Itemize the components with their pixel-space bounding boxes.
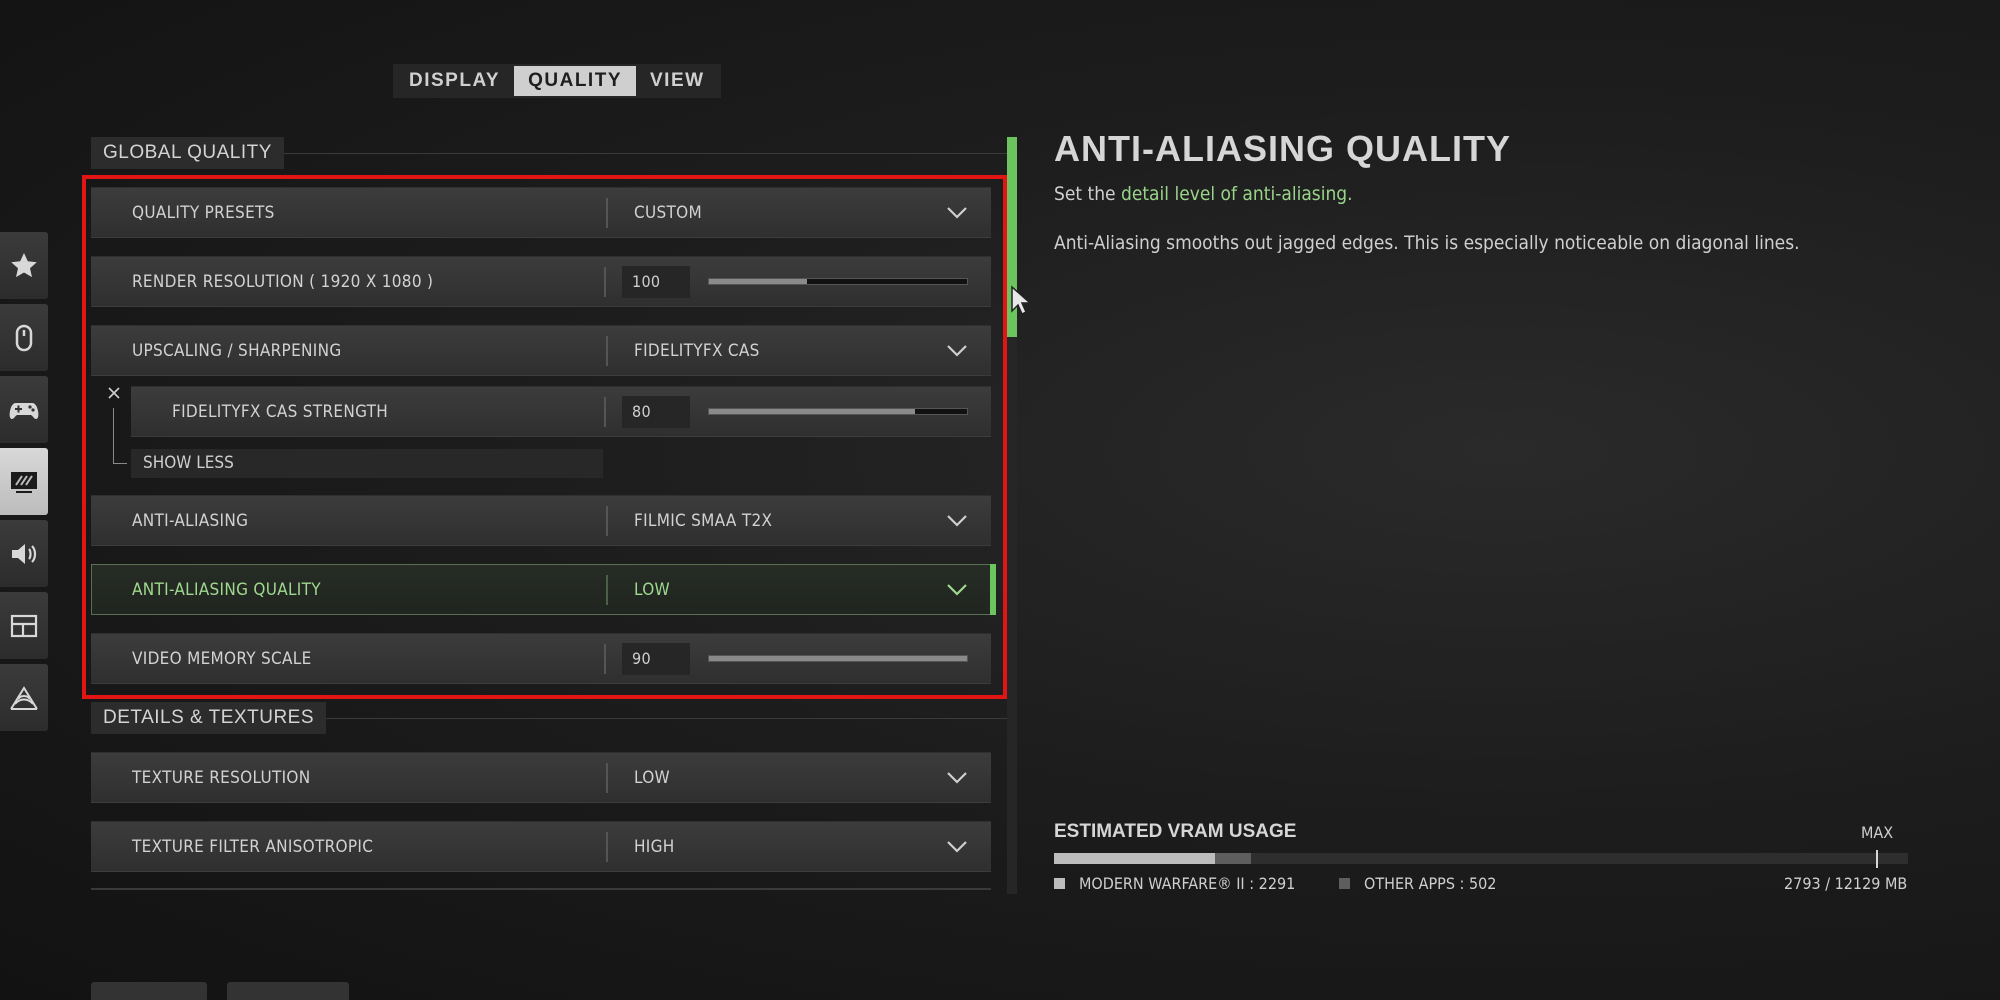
graphics-icon — [11, 471, 37, 493]
tab-quality[interactable]: QUALITY — [514, 66, 636, 96]
mouse-icon — [15, 324, 33, 351]
vram-total-label: 2793 / 12129 MB — [1784, 874, 1908, 893]
detail-description: Anti-Aliasing smooths out jagged edges. … — [1054, 232, 1800, 254]
network-icon — [10, 685, 38, 710]
texture-filter-dropdown[interactable]: HIGH — [608, 837, 990, 857]
bottom-action-button[interactable] — [227, 982, 349, 1000]
nav-audio-button[interactable] — [0, 520, 48, 587]
gamepad-icon — [9, 402, 39, 419]
setting-texture-filter-anisotropic[interactable]: TEXTURE FILTER ANISOTROPIC HIGH — [91, 821, 991, 872]
interface-icon — [10, 614, 38, 637]
section-divider — [326, 717, 1015, 719]
highlight-annotation-box — [82, 175, 1007, 699]
dropdown-value: LOW — [634, 767, 670, 788]
speaker-icon — [12, 543, 37, 564]
section-global-quality: GLOBAL QUALITY — [91, 137, 1012, 169]
dropdown-value: HIGH — [634, 836, 675, 857]
star-icon — [11, 252, 37, 277]
setting-label: TEXTURE FILTER ANISOTROPIC — [132, 836, 374, 857]
detail-subtitle: Set the detail level of anti-aliasing. — [1054, 183, 1353, 205]
vram-other-fill — [1215, 853, 1251, 864]
list-divider — [91, 888, 991, 890]
setting-label: TEXTURE RESOLUTION — [132, 767, 311, 788]
section-title: DETAILS & TEXTURES — [91, 702, 327, 734]
vram-usage-title: ESTIMATED VRAM USAGE — [1054, 821, 1297, 842]
vram-max-label: MAX — [1861, 823, 1894, 842]
section-title: GLOBAL QUALITY — [91, 137, 284, 169]
nav-interface-button[interactable] — [0, 592, 48, 659]
vram-max-tick — [1876, 850, 1878, 868]
vram-mw-fill — [1054, 853, 1216, 864]
legend-swatch — [1054, 878, 1065, 889]
settings-category-nav — [0, 232, 48, 736]
nav-favorites-button[interactable] — [0, 232, 48, 299]
vram-legend-other: OTHER APPS : 502 — [1339, 874, 1496, 893]
nav-mouse-button[interactable] — [0, 304, 48, 371]
detail-title: ANTI-ALIASING QUALITY — [1054, 128, 1511, 169]
legend-swatch — [1339, 878, 1350, 889]
detail-highlight: detail level of anti-aliasing. — [1120, 183, 1353, 205]
settings-tabs: DISPLAY QUALITY VIEW — [393, 64, 721, 98]
bottom-action-button[interactable] — [91, 982, 207, 1000]
nav-graphics-button[interactable] — [0, 448, 48, 515]
texture-resolution-dropdown[interactable]: LOW — [608, 768, 990, 788]
setting-texture-resolution[interactable]: TEXTURE RESOLUTION LOW — [91, 752, 991, 803]
vram-usage-bar — [1054, 853, 1908, 864]
section-divider — [283, 152, 1012, 154]
nav-controller-button[interactable] — [0, 376, 48, 443]
chevron-down-icon — [947, 840, 967, 853]
tab-view[interactable]: VIEW — [636, 66, 719, 96]
section-details-textures: DETAILS & TEXTURES — [91, 702, 1015, 734]
vram-legend-mw: MODERN WARFARE® II : 2291 — [1054, 874, 1295, 893]
chevron-down-icon — [947, 771, 967, 784]
nav-network-button[interactable] — [0, 664, 48, 731]
mouse-cursor-icon — [1011, 285, 1032, 316]
tab-display[interactable]: DISPLAY — [395, 66, 514, 96]
